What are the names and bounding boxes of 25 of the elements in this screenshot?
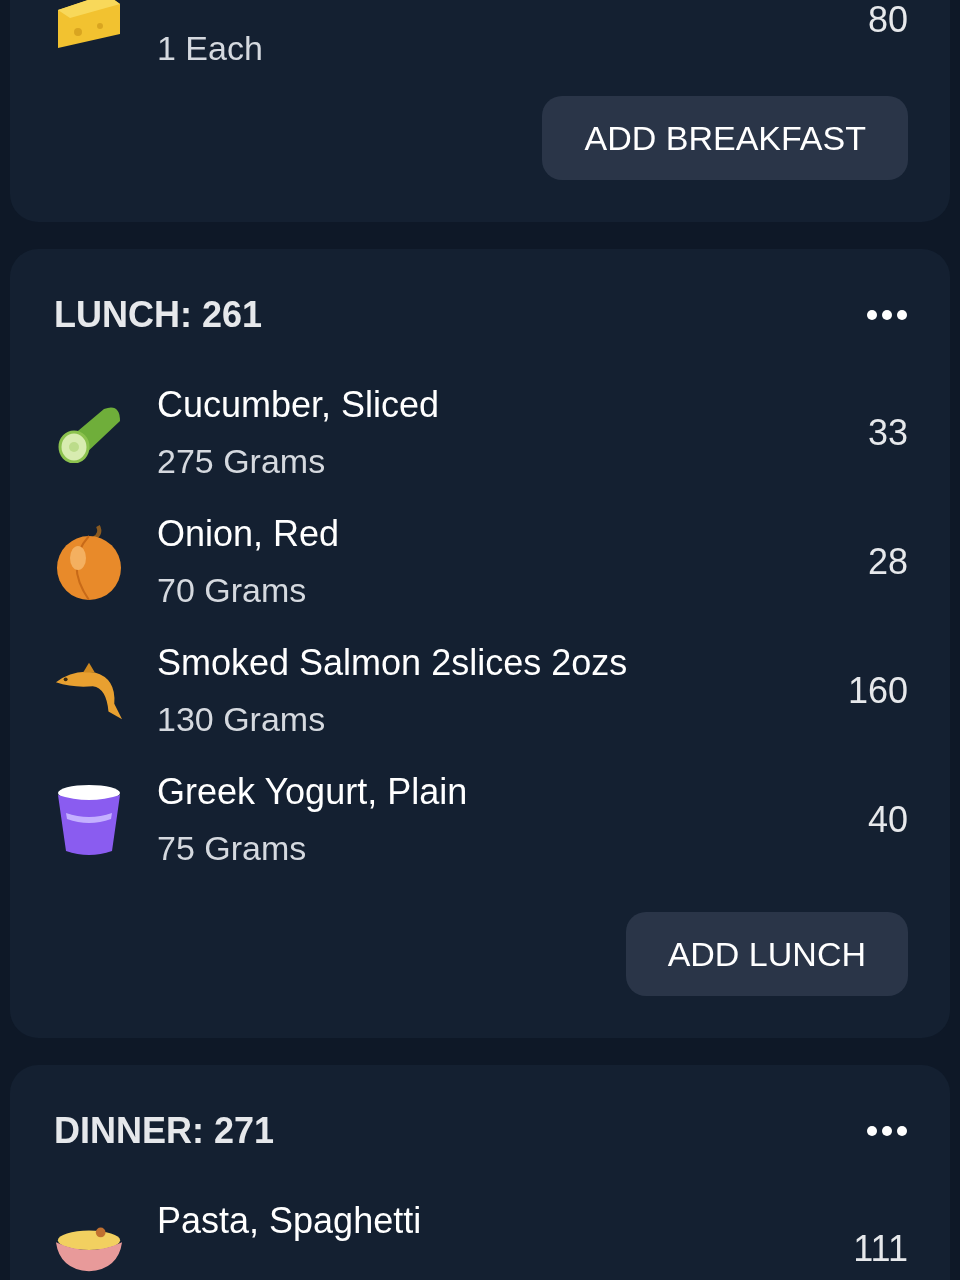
- food-name: Smoked Salmon 2slices 2ozs: [157, 640, 629, 685]
- food-amount: 275 Grams: [157, 440, 327, 482]
- food-name: Cucumber, Sliced: [157, 382, 441, 427]
- yogurt-cup-icon: [56, 782, 122, 857]
- food-amount: 130 Grams: [157, 698, 327, 740]
- onion-icon: [54, 523, 124, 600]
- add-meal-button[interactable]: ADD LUNCH: [625, 912, 908, 996]
- food-calories: 40: [867, 797, 908, 842]
- cheese-icon: [56, 0, 122, 50]
- more-options-icon[interactable]: [866, 1125, 908, 1137]
- food-amount: 75 Grams: [157, 827, 308, 869]
- food-calories: 160: [847, 668, 908, 713]
- add-meal-button[interactable]: ADD BREAKFAST: [542, 96, 908, 180]
- food-calories: 111: [853, 1226, 908, 1271]
- food-name: Onion, Red: [157, 511, 341, 556]
- food-amount: 1 Each: [157, 27, 264, 69]
- food-name: Pasta, Spaghetti: [157, 1198, 423, 1243]
- more-options-icon[interactable]: [866, 309, 908, 321]
- food-calories: 33: [867, 410, 908, 455]
- food-calories: 28: [867, 539, 908, 584]
- food-calories: 80: [867, 0, 908, 42]
- food-name: Greek Yogurt, Plain: [157, 769, 469, 814]
- food-amount: 70 Grams: [157, 569, 308, 611]
- meal-title: DINNER: 271: [54, 1109, 275, 1153]
- meal-title: LUNCH: 261: [54, 293, 263, 337]
